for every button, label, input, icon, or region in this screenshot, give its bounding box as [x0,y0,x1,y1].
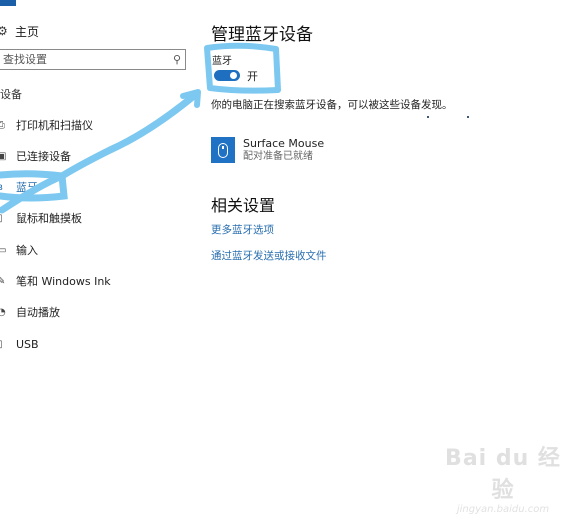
toggle-state-text: 开 [247,70,258,83]
toggle-knob [230,72,237,79]
sidebar-item-label: 自动播放 [16,306,60,319]
sidebar-item-label: 输入 [16,244,38,257]
autoplay-icon: ◔ [0,306,6,318]
sidebar-item-connected-devices[interactable]: ▣ 已连接设备 [0,146,71,166]
watermark-brand: Bai du 经验 [445,446,561,503]
bluetooth-icon: ʙ [0,182,9,193]
related-settings-title: 相关设置 [211,196,276,215]
sidebar-item-label: 蓝牙 [16,181,38,194]
sidebar-home-label: 主页 [15,24,40,39]
progress-dot [427,116,429,118]
search-icon[interactable]: ⚲ [173,53,181,66]
watermark: Bai du 经验 jingyan.baidu.com [437,440,569,515]
progress-dot [467,116,469,118]
sidebar-item-autoplay[interactable]: ◔ 自动播放 [0,302,60,322]
gear-icon: ⚙ [0,24,8,38]
window-accent-bar [0,0,16,6]
page-title: 管理蓝牙设备 [211,25,313,45]
keyboard-icon: ▭ [0,244,7,256]
device-status: 配对准备已就绪 [243,151,313,162]
sidebar-item-bluetooth[interactable]: ʙ 蓝牙 [0,177,38,197]
sidebar-item-mouse[interactable]: ▯ 鼠标和触摸板 [0,208,82,228]
sidebar-item-label: 笔和 Windows Ink [16,275,111,288]
mouse-icon [211,137,235,163]
search-input[interactable] [0,52,165,67]
sidebar-item-typing[interactable]: ▭ 输入 [0,240,38,260]
section-title: 设备 [0,88,22,101]
more-bluetooth-options-link[interactable]: 更多蓝牙选项 [211,222,274,237]
mouse-icon: ▯ [0,213,9,224]
sidebar-item-label: 打印机和扫描仪 [16,119,93,132]
sidebar-item-label: 已连接设备 [16,150,71,163]
send-receive-files-link[interactable]: 通过蓝牙发送或接收文件 [211,248,327,263]
sidebar-item-label: USB [16,337,39,351]
sidebar-item-printers[interactable]: ⎙ 打印机和扫描仪 [0,115,93,135]
device-item[interactable]: Surface Mouse 配对准备已就绪 [211,137,324,163]
printer-icon: ⎙ [0,119,5,131]
discovery-description: 你的电脑正在搜索蓝牙设备，可以被这些设备发现。 [211,99,453,111]
watermark-url: jingyan.baidu.com [456,504,550,515]
connected-devices-icon: ▣ [0,150,7,162]
bluetooth-label: 蓝牙 [212,56,232,67]
sidebar-item-usb[interactable]: ▯ USB [0,334,39,354]
sidebar-item-pen[interactable]: ✎ 笔和 Windows Ink [0,271,111,291]
pen-icon: ✎ [0,275,6,287]
bluetooth-toggle[interactable] [214,70,240,81]
device-name: Surface Mouse [243,137,325,150]
usb-icon: ▯ [0,339,9,350]
search-box[interactable]: ⚲ [0,49,186,70]
sidebar-home[interactable]: ⚙ 主页 [0,22,39,40]
annotation-arrowhead [180,89,201,108]
sidebar-item-label: 鼠标和触摸板 [16,212,82,225]
